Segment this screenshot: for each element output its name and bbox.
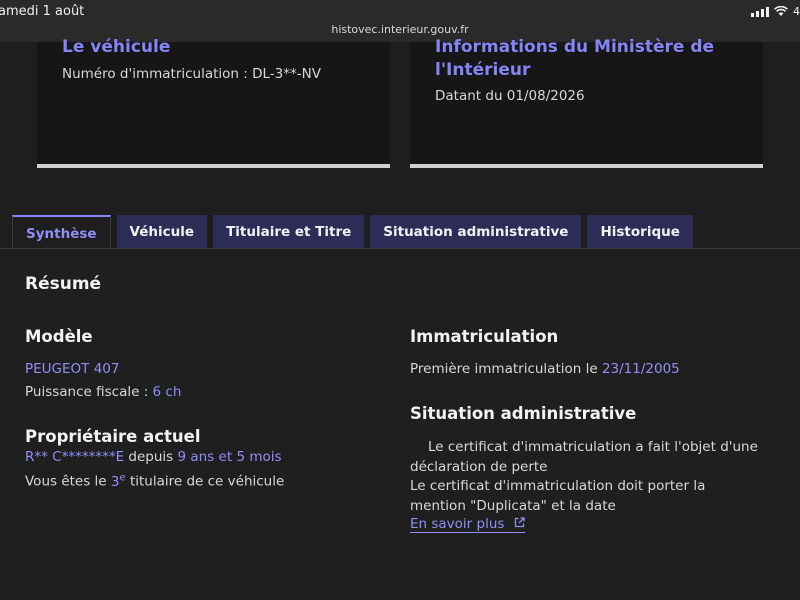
ministry-card: Informations du Ministère de l'Intérieur… [410,37,763,168]
first-registration-date: 23/11/2005 [601,361,680,377]
admin-line-loss: Le certificat d'immatriculation a fait l… [410,439,758,475]
first-registration: Première immatriculation le 23/11/2005 [410,360,680,380]
vehicle-card-title: Le véhicule [62,37,171,57]
owner-since-label: depuis [124,449,178,465]
owner-rank-suffix: titulaire de ce véhicule [125,473,285,490]
fiscal-power-label: Puissance fiscale : [25,384,153,400]
plate-number: Numéro d'immatriculation : DL-3**-NV [62,66,321,82]
learn-more-label[interactable]: En savoir plus [410,516,525,533]
model-heading: Modèle [25,327,93,346]
status-indicators: 4 [751,5,800,18]
cellular-signal-icon [751,6,769,17]
wifi-icon [774,6,788,16]
registration-heading: Immatriculation [410,327,559,346]
tab-synthese[interactable]: Synthèse [12,215,111,250]
vehicle-card: Le véhicule Numéro d'immatriculation : D… [37,37,390,168]
tab-titulaire-et-titre[interactable]: Titulaire et Titre [213,215,365,249]
owner-heading: Propriétaire actuel [25,427,201,446]
admin-line-duplicata: Le certificat d'immatriculation doit por… [410,478,706,514]
tab-historique[interactable]: Historique [587,215,693,249]
fiscal-power-value: 6 ch [152,384,182,400]
tab-bar: Synthèse Véhicule Titulaire et Titre Sit… [12,215,693,250]
tab-vehicule[interactable]: Véhicule [116,215,208,249]
ministry-card-title: Informations du Ministère de l'Intérieur [435,37,715,80]
owner-since-value: 9 ans et 5 mois [177,449,282,465]
summary-title: Résumé [25,274,102,294]
status-time: amedi 1 août [0,4,85,19]
owner-line: R** C********E depuis 9 ans et 5 mois [25,448,282,468]
model-name-value: PEUGEOT 407 [25,361,120,377]
battery-percent: 4 [793,5,800,18]
owner-rank: Vous êtes le 3e titulaire de ce véhicule [25,468,284,492]
owner-rank-number-value: 3 [110,473,120,490]
ministry-date: Datant du 01/08/2026 [435,88,585,104]
tab-situation-administrative[interactable]: Situation administrative [370,215,582,249]
fiscal-power: Puissance fiscale : 6 ch [25,383,181,403]
owner-rank-number: 3e [110,472,126,490]
model-name: PEUGEOT 407 [25,360,119,380]
owner-name: R** C********E [25,449,125,465]
external-link-icon [514,517,525,528]
first-registration-label: Première immatriculation le [410,361,602,377]
admin-situation-heading: Situation administrative [410,404,637,423]
learn-more-link[interactable]: En savoir plus [410,515,525,535]
owner-rank-prefix: Vous êtes le [25,473,111,490]
summary-panel: Résumé Modèle PEUGEOT 407 Puissance fisc… [0,249,800,600]
learn-more-text[interactable]: En savoir plus [410,516,504,532]
address-bar-url[interactable]: histovec.interieur.gouv.fr [0,23,800,36]
